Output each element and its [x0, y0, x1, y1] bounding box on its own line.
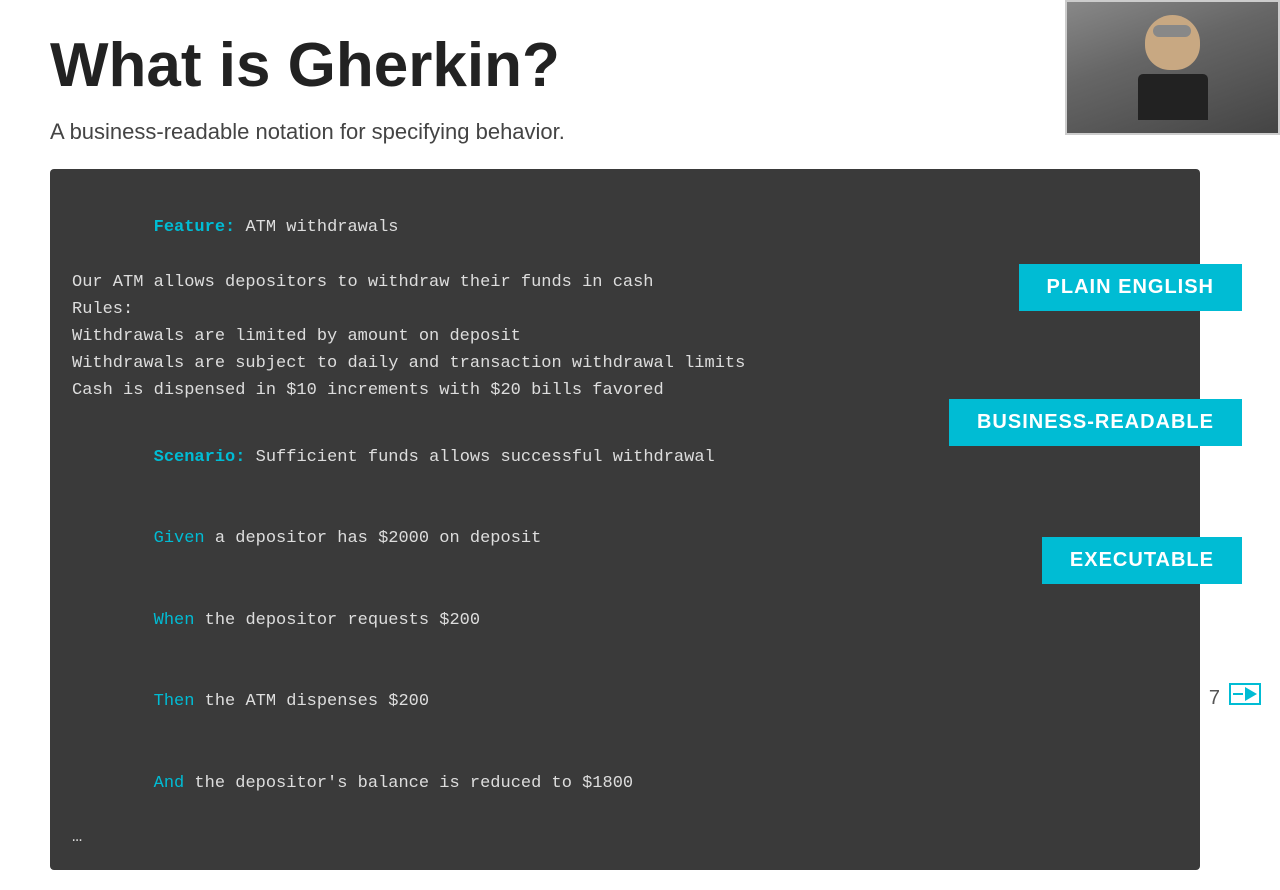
- then-text: the ATM dispenses $200: [194, 692, 429, 711]
- code-line-feature: Feature: ATM withdrawals: [72, 187, 1178, 269]
- page-number: 7: [1209, 687, 1220, 710]
- code-line-5: Withdrawals are subject to daily and tra…: [72, 350, 1178, 377]
- code-line-given: Given a depositor has $2000 on deposit: [72, 498, 1178, 580]
- scenario-text: Sufficient funds allows successful withd…: [245, 448, 714, 467]
- code-line-2: Our ATM allows depositors to withdraw th…: [72, 269, 1178, 296]
- and-text: the depositor's balance is reduced to $1…: [184, 774, 633, 793]
- and-keyword: And: [154, 774, 185, 793]
- code-line-ellipsis: …: [72, 824, 1178, 851]
- subtitle: A business-readable notation for specify…: [50, 119, 1230, 145]
- code-line-and: And the depositor's balance is reduced t…: [72, 743, 1178, 825]
- code-line-when: When the depositor requests $200: [72, 580, 1178, 662]
- navigation-arrow-icon[interactable]: [1225, 679, 1265, 709]
- given-keyword: Given: [154, 529, 205, 548]
- nav-icon[interactable]: [1225, 679, 1270, 714]
- then-keyword: Then: [154, 692, 195, 711]
- code-container: Feature: ATM withdrawals Our ATM allows …: [50, 169, 1230, 870]
- feature-keyword: Feature:: [154, 218, 236, 237]
- badge-plain-english: PLAIN ENGLISH: [1019, 264, 1242, 311]
- badge-executable: EXECUTABLE: [1042, 537, 1242, 584]
- feature-text: ATM withdrawals: [235, 218, 398, 237]
- when-keyword: When: [154, 611, 195, 630]
- scenario-keyword: Scenario:: [154, 448, 246, 467]
- page-title: What is Gherkin?: [50, 30, 1230, 101]
- code-line-3: Rules:: [72, 296, 1178, 323]
- code-line-then: Then the ATM dispenses $200: [72, 661, 1178, 743]
- when-text: the depositor requests $200: [194, 611, 480, 630]
- given-text: a depositor has $2000 on deposit: [205, 529, 542, 548]
- main-content: What is Gherkin? A business-readable not…: [0, 0, 1280, 890]
- code-line-4: Withdrawals are limited by amount on dep…: [72, 323, 1178, 350]
- badge-business-readable: BUSINESS-READABLE: [949, 399, 1242, 446]
